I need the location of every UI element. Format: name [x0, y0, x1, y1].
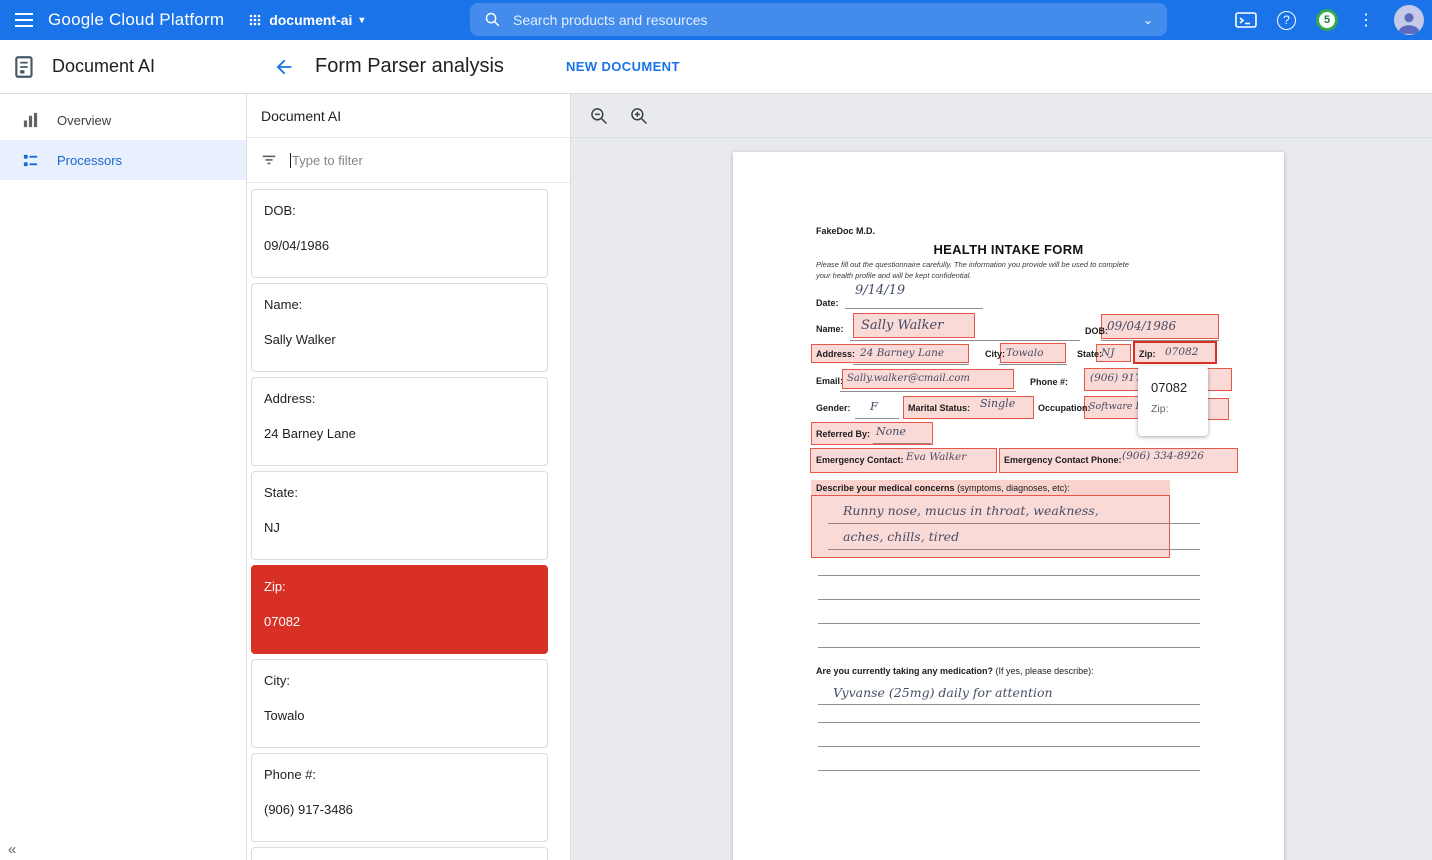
doc-date-value: 9/14/19	[855, 283, 905, 298]
document-page: FakeDoc M.D. HEALTH INTAKE FORM Please f…	[733, 152, 1284, 860]
sidebar-item-processors[interactable]: Processors	[0, 140, 246, 180]
product-header: Document AI	[0, 54, 247, 80]
doc-address-value: 24 Barney Lane	[860, 347, 944, 359]
zoom-out-button[interactable]	[589, 106, 609, 126]
doc-state-value: NJ	[1101, 347, 1114, 359]
doc-title: HEALTH INTAKE FORM	[733, 242, 1284, 257]
sidebar-item-label: Processors	[57, 153, 122, 168]
tooltip-label: Zip:	[1151, 403, 1208, 415]
doc-name-value: Sally Walker	[861, 318, 943, 333]
zoom-in-button[interactable]	[629, 106, 649, 126]
doc-name-label: Name:	[816, 324, 844, 334]
back-arrow-icon[interactable]	[273, 56, 295, 78]
doc-emergency-contact-label: Emergency Contact:	[816, 455, 904, 465]
project-name: document-ai	[269, 12, 352, 28]
doc-concerns-line2: aches, chills, tired	[843, 529, 959, 544]
viewer-toolbar	[571, 94, 1432, 138]
doc-zip-value: 07082	[1165, 346, 1198, 358]
filter-bar	[247, 138, 570, 183]
page-header: Form Parser analysis NEW DOCUMENT	[247, 55, 1432, 78]
doc-referred-value: None	[876, 425, 906, 438]
help-icon[interactable]: ?	[1277, 11, 1296, 30]
project-icon	[248, 13, 262, 27]
field-card-city[interactable]: City: Towalo	[251, 659, 548, 748]
notification-badge[interactable]: 5	[1316, 9, 1338, 31]
doc-zip-label: Zip:	[1139, 349, 1156, 359]
document-ai-icon	[12, 54, 38, 80]
doc-concerns-line1: Runny nose, mucus in throat, weakness,	[843, 503, 1099, 518]
doc-email-value: Sally.walker@cmail.com	[847, 373, 970, 384]
processors-icon	[22, 152, 39, 169]
field-card-partial[interactable]	[251, 847, 548, 860]
field-tooltip: 07082 Zip:	[1138, 366, 1208, 436]
topbar-actions: ? 5 ⋮	[1235, 0, 1424, 40]
field-card-list: DOB: 09/04/1986 Name: Sally Walker Addre…	[247, 183, 570, 860]
doc-address-label: Address:	[816, 349, 855, 359]
doc-occupation-label: Occupation:	[1038, 403, 1091, 413]
page-title: Form Parser analysis	[315, 55, 504, 78]
doc-email-label: Email:	[816, 376, 843, 386]
body: Overview Processors « Document AI DOB: 0…	[0, 94, 1432, 860]
search-icon	[484, 11, 501, 28]
doc-referred-label: Referred By:	[816, 429, 870, 439]
global-search[interactable]: ⌄	[470, 3, 1167, 36]
app-header: Document AI Form Parser analysis NEW DOC…	[0, 40, 1432, 94]
field-card-state[interactable]: State: NJ	[251, 471, 548, 560]
tooltip-value: 07082	[1151, 380, 1208, 395]
sidebar-item-label: Overview	[57, 113, 111, 128]
text-cursor	[290, 153, 291, 168]
document-canvas: FakeDoc M.D. HEALTH INTAKE FORM Please f…	[571, 94, 1432, 860]
field-card-name[interactable]: Name: Sally Walker	[251, 283, 548, 372]
app-title: Document AI	[52, 56, 155, 77]
doc-gender-value: F	[870, 399, 878, 413]
doc-dob-label: DOB:	[1085, 326, 1108, 336]
doc-gender-label: Gender:	[816, 403, 851, 413]
doc-emergency-contact-value: Eva Walker	[906, 451, 966, 463]
topbar: Google Cloud Platform document-ai ▾ ⌄ ? …	[0, 0, 1432, 40]
new-document-button[interactable]: NEW DOCUMENT	[566, 59, 680, 74]
doc-emergency-phone-value: (906) 334-8926	[1122, 450, 1204, 462]
gcp-logo[interactable]: Google Cloud Platform	[48, 10, 224, 30]
doc-emergency-phone-label: Emergency Contact Phone:	[1004, 455, 1122, 465]
field-card-address[interactable]: Address: 24 Barney Lane	[251, 377, 548, 466]
left-nav: Overview Processors «	[0, 94, 247, 860]
doc-date-label: Date:	[816, 298, 839, 308]
avatar[interactable]	[1394, 5, 1424, 35]
kebab-menu-icon[interactable]: ⋮	[1358, 10, 1374, 30]
fields-panel: Document AI DOB: 09/04/1986 Name: Sally …	[247, 94, 571, 860]
filter-input[interactable]	[292, 153, 570, 168]
doc-medication-header: Are you currently taking any medication?…	[816, 666, 1094, 676]
cloud-shell-icon[interactable]	[1235, 11, 1257, 29]
field-card-phone[interactable]: Phone #: (906) 917-3486	[251, 753, 548, 842]
doc-city-value: Towalo	[1006, 347, 1043, 359]
overview-icon	[22, 112, 39, 129]
doc-concerns-header: Describe your medical concerns (symptoms…	[816, 483, 1070, 493]
menu-icon[interactable]	[0, 11, 48, 29]
project-caret-icon: ▾	[359, 15, 364, 26]
search-input[interactable]	[513, 12, 1143, 28]
doc-medication-value: Vyvanse (25mg) daily for attention	[833, 685, 1053, 700]
doc-city-label: City:	[985, 349, 1005, 359]
doc-instructions: Please fill out the questionnaire carefu…	[816, 260, 1129, 269]
doc-state-label: State:	[1077, 349, 1102, 359]
doc-clinic-name: FakeDoc M.D.	[816, 226, 875, 236]
doc-phone-label: Phone #:	[1030, 377, 1068, 387]
filter-icon	[261, 152, 277, 168]
doc-instructions: your health profile and will be kept con…	[816, 271, 972, 280]
field-card-dob[interactable]: DOB: 09/04/1986	[251, 189, 548, 278]
collapse-nav-icon[interactable]: «	[8, 841, 16, 858]
search-chevron-down-icon[interactable]: ⌄	[1143, 13, 1153, 27]
panel-title: Document AI	[247, 94, 570, 138]
doc-marital-value: Single	[980, 397, 1015, 410]
doc-marital-label: Marital Status:	[908, 403, 970, 413]
doc-dob-value: 09/04/1986	[1107, 319, 1176, 333]
field-card-zip[interactable]: Zip: 07082	[251, 565, 548, 654]
sidebar-item-overview[interactable]: Overview	[0, 100, 246, 140]
project-selector[interactable]: document-ai ▾	[248, 12, 364, 28]
